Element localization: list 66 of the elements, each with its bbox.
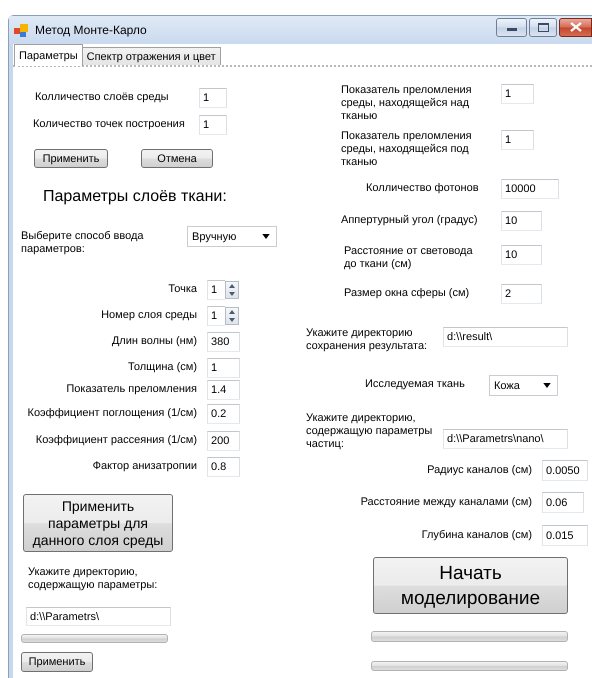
input-field[interactable]: 1 bbox=[207, 280, 225, 300]
field-label: Расстояние от световода до ткани (см) bbox=[344, 245, 474, 271]
close-icon bbox=[570, 22, 582, 32]
maximize-button[interactable] bbox=[529, 18, 557, 36]
button[interactable]: Применить bbox=[34, 149, 108, 168]
field-label: Колличество слоёв среды bbox=[35, 90, 170, 104]
app-icon bbox=[14, 24, 28, 36]
field-label: Глубина каналов (см) bbox=[420, 528, 533, 542]
field-label: Фактор анизатропии bbox=[92, 459, 198, 473]
input-field[interactable]: d:\\Parametrs\nano\ bbox=[443, 429, 568, 449]
field-label: Аппертурный угол (градус) bbox=[341, 213, 479, 227]
input-field[interactable]: d:\\result\ bbox=[443, 327, 568, 347]
field-label: Коэффициент рассеяния (1/см) bbox=[34, 433, 198, 447]
input-field[interactable]: 0.015 bbox=[542, 525, 588, 546]
field-label: Расстояние между каналами (см) bbox=[360, 495, 533, 509]
field-label: Точка bbox=[167, 282, 198, 296]
input-field[interactable]: 0.0050 bbox=[542, 460, 588, 481]
section-heading: Параметры слоёв ткани: bbox=[43, 187, 227, 207]
minimize-button[interactable] bbox=[496, 18, 527, 36]
input-field[interactable]: 10 bbox=[501, 211, 542, 231]
button[interactable]: Применить параметры для данного слоя среды bbox=[23, 494, 173, 552]
tab[interactable]: Параметры bbox=[14, 44, 83, 66]
input-field[interactable]: 2 bbox=[501, 284, 542, 304]
field-label: Номер слоя среды bbox=[100, 308, 198, 322]
instruction-text: Укажите директорию, содержащую параметры: bbox=[28, 566, 158, 592]
button[interactable]: Отмена bbox=[141, 149, 213, 168]
input-field[interactable]: 0.06 bbox=[542, 492, 584, 513]
field-label: Исследуемая ткань bbox=[365, 377, 466, 391]
field-label: Длин волны (нм) bbox=[110, 334, 198, 348]
field-label: Показатель преломления среды, находящейся под тканью bbox=[341, 130, 473, 169]
input-field[interactable]: 1.4 bbox=[207, 380, 240, 400]
input-field[interactable]: d:\\Parametrs\ bbox=[26, 607, 171, 626]
input-field[interactable]: 0.2 bbox=[207, 404, 240, 424]
input-field[interactable]: 200 bbox=[207, 431, 240, 451]
window-title: Метод Монте-Карло bbox=[35, 23, 147, 37]
input-field[interactable]: 1 bbox=[199, 88, 227, 108]
close-button[interactable] bbox=[559, 18, 592, 36]
input-field[interactable]: 0.8 bbox=[207, 457, 240, 477]
field-label: Колличество фотонов bbox=[366, 181, 480, 195]
input-field[interactable]: 1 bbox=[501, 130, 534, 150]
button[interactable]: Начать моделирование bbox=[373, 557, 568, 614]
field-label: Показатель преломления среды, находящейся над тканью bbox=[341, 84, 473, 123]
field-label: Выберите способ ввода параметров: bbox=[21, 229, 145, 256]
field-label: Коэффициент поглощения (1/см) bbox=[26, 406, 198, 420]
field-label: Показатель преломления bbox=[65, 382, 198, 396]
button[interactable]: Применить bbox=[21, 652, 93, 672]
input-field[interactable]: 10000 bbox=[501, 179, 559, 199]
field-label: Радиус каналов (см) bbox=[426, 463, 533, 477]
input-field[interactable]: 1 bbox=[207, 306, 225, 326]
input-field[interactable]: 10 bbox=[501, 245, 542, 265]
input-field[interactable]: 380 bbox=[207, 332, 240, 352]
dropdown[interactable]: Кожа bbox=[489, 375, 558, 396]
input-field[interactable]: 1 bbox=[199, 115, 227, 135]
dropdown[interactable]: Вручную bbox=[187, 226, 277, 247]
field-label: Толщина (см) bbox=[127, 360, 198, 374]
spin-buttons[interactable] bbox=[225, 307, 239, 325]
caret-icon bbox=[543, 383, 551, 388]
field-label: Укажите директорию, содержащую параметры частиц: bbox=[306, 412, 434, 451]
field-label: Количество точек построения bbox=[33, 117, 186, 131]
tab[interactable]: Спектр отражения и цвет bbox=[82, 47, 221, 66]
field-label: Размер окна сферы (см) bbox=[344, 286, 470, 300]
field-label: Укажите директорию сохранения результата: bbox=[306, 327, 428, 353]
input-field[interactable]: 1 bbox=[207, 358, 240, 378]
input-field[interactable]: 1 bbox=[501, 84, 534, 104]
caret-icon bbox=[262, 234, 270, 239]
spin-buttons[interactable] bbox=[225, 281, 239, 299]
